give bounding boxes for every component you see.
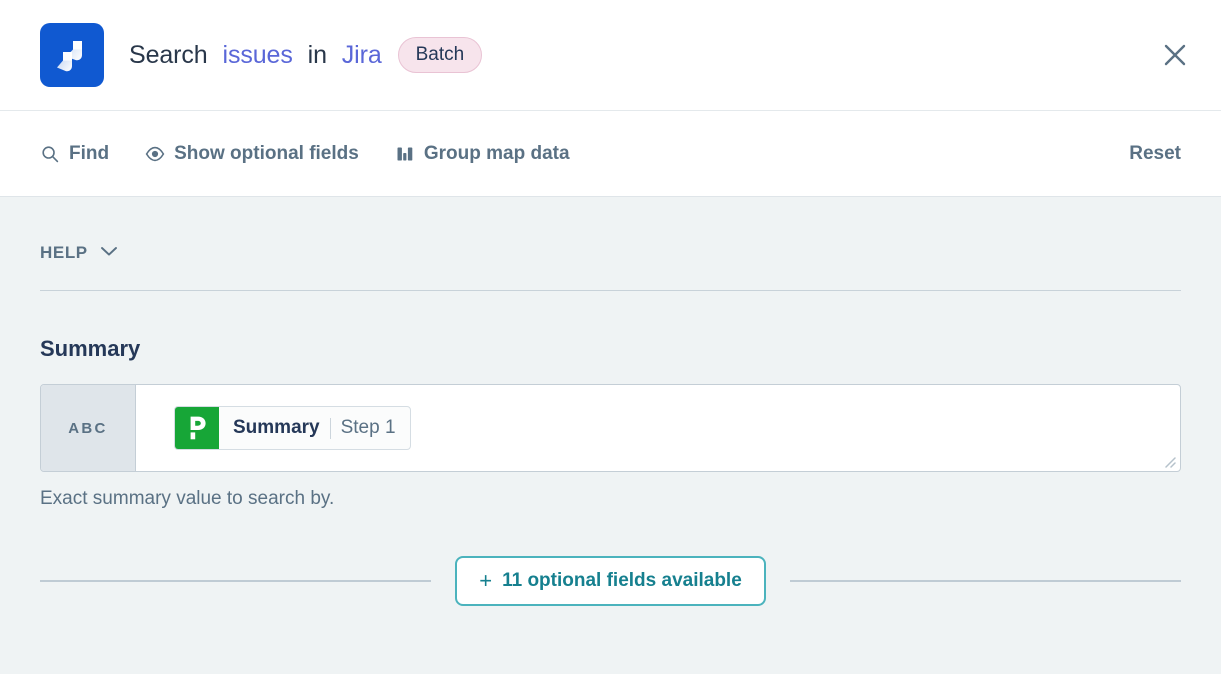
eye-icon <box>145 144 165 164</box>
status-badge: Batch <box>398 37 483 73</box>
optional-fields-row: + 11 optional fields available <box>40 556 1181 606</box>
find-button[interactable]: Find <box>40 143 109 165</box>
group-map-data-button[interactable]: Group map data <box>395 143 570 165</box>
close-button[interactable] <box>1153 33 1197 77</box>
find-label: Find <box>69 143 109 165</box>
title-word-in: in <box>308 41 327 69</box>
chip-separator <box>330 418 331 439</box>
summary-field: ABC Summary Step 1 <box>40 384 1181 472</box>
title-word-search: Search <box>129 41 208 69</box>
expression-chip-text: Summary Step 1 <box>219 407 410 449</box>
dialog-header: Search issues in Jira Batch <box>0 0 1221 111</box>
plus-icon: + <box>479 570 492 592</box>
section-divider <box>40 290 1181 291</box>
pipedream-p-icon <box>175 407 219 449</box>
help-toggle[interactable]: HELP <box>40 197 118 263</box>
close-icon <box>1162 42 1188 68</box>
dialog-title: Search issues in Jira Batch <box>129 37 1153 73</box>
dialog-body: HELP Summary ABC Summary <box>0 197 1221 674</box>
search-icon <box>40 144 60 164</box>
field-type-indicator: ABC <box>41 385 136 471</box>
summary-section-title: Summary <box>40 336 1181 362</box>
chip-step-label: Step 1 <box>341 417 396 439</box>
show-optional-fields-button[interactable]: Show optional fields <box>145 143 359 165</box>
toolbar: Find Show optional fields Group map data… <box>0 111 1221 197</box>
show-optional-fields-label: Show optional fields <box>174 143 359 165</box>
bar-chart-icon <box>395 144 415 164</box>
chevron-down-icon <box>100 244 118 262</box>
group-map-data-label: Group map data <box>424 143 570 165</box>
summary-input[interactable]: Summary Step 1 <box>136 385 1180 471</box>
page-title: Search issues in Jira <box>129 41 382 70</box>
expression-chip[interactable]: Summary Step 1 <box>174 406 411 450</box>
help-label: HELP <box>40 243 88 263</box>
reset-button[interactable]: Reset <box>1129 143 1181 165</box>
title-word-issues: issues <box>222 41 292 69</box>
chip-main-label: Summary <box>233 417 320 439</box>
divider-right <box>790 580 1181 582</box>
summary-field-help: Exact summary value to search by. <box>40 488 1181 510</box>
resize-handle[interactable] <box>1160 452 1176 468</box>
optional-fields-label: 11 optional fields available <box>502 570 742 592</box>
jira-logo-icon <box>40 23 104 87</box>
field-type-label: ABC <box>68 420 107 437</box>
divider-left <box>40 580 431 582</box>
title-word-jira: Jira <box>342 41 382 69</box>
optional-fields-button[interactable]: + 11 optional fields available <box>455 556 766 606</box>
